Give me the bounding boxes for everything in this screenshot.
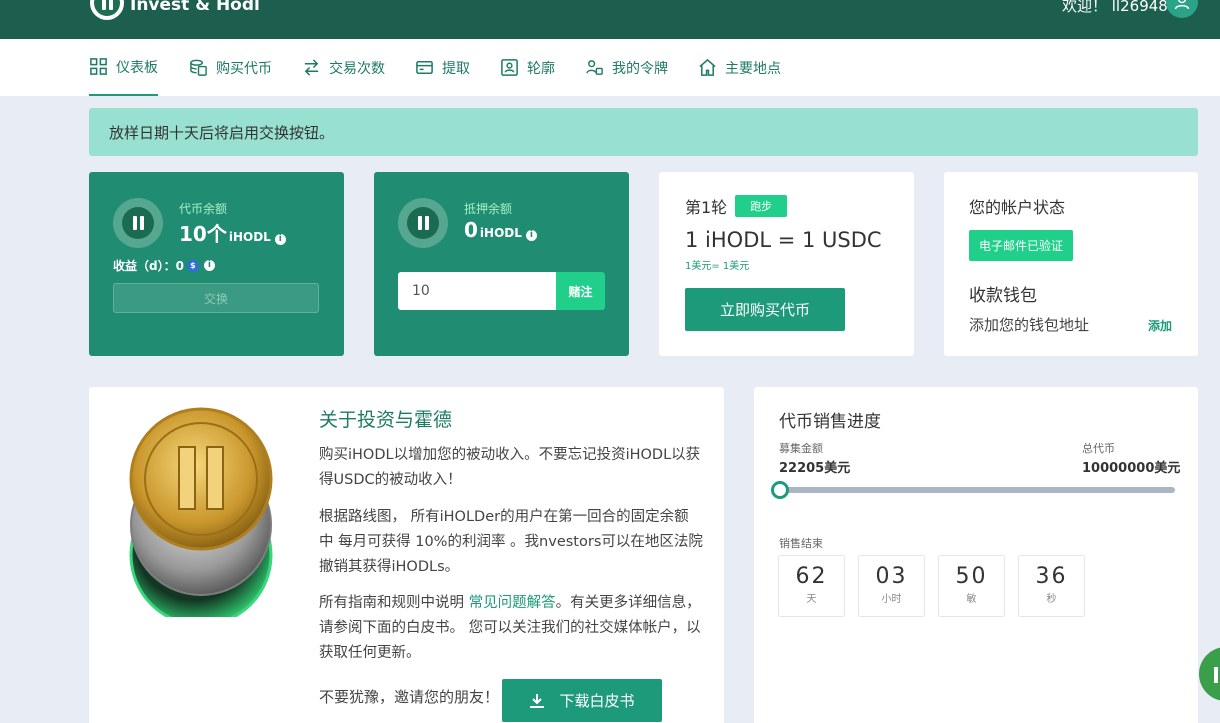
profile-icon bbox=[501, 59, 518, 76]
about-paragraph-3: 所有指南和规则中说明 常见问题解答。有关更多详细信息，请参阅下面的白皮书。 您可… bbox=[319, 591, 704, 666]
token-balance-value: 10个 iHODL i bbox=[179, 218, 286, 247]
stake-balance-unit: iHODL bbox=[479, 226, 522, 240]
main-nav: 仪表板 购买代币 交易次数 提取 轮廓 我的令牌 主要地点 bbox=[0, 39, 1220, 96]
info-icon[interactable]: i bbox=[203, 260, 215, 271]
status-badge: 跑步 bbox=[735, 195, 788, 217]
user-menu-button[interactable] bbox=[1166, 0, 1198, 18]
nav-item-withdraw[interactable]: 提取 bbox=[415, 39, 470, 96]
round-card: 第1轮 跑步 1 iHODL = 1 USDC 1美元= 1美元 立即购买代币 bbox=[659, 172, 914, 356]
stake-balance-label: 抵押余额 bbox=[464, 202, 513, 216]
stake-amount-input[interactable] bbox=[398, 272, 556, 310]
nav-label: 我的令牌 bbox=[612, 60, 668, 77]
dashboard-grid-icon bbox=[90, 58, 107, 75]
countdown-seconds: 36 秒 bbox=[1018, 555, 1085, 617]
chat-button[interactable] bbox=[1199, 647, 1220, 701]
usdc-coin-icon: $ bbox=[186, 259, 199, 272]
token-balance-card: 代币余额 10个 iHODL i 收益（d）：0 $ i 交换 bbox=[89, 172, 344, 356]
wallet-text: 添加您的钱包地址 bbox=[969, 316, 1090, 334]
wallet-card-icon bbox=[416, 61, 433, 74]
nav-label: 购买代币 bbox=[216, 60, 272, 77]
stake-button[interactable]: 赌注 bbox=[556, 272, 605, 310]
token-balance-amount: 10个 bbox=[179, 222, 227, 246]
nav-item-buy-tokens[interactable]: 购买代币 bbox=[189, 39, 272, 96]
info-icon[interactable]: i bbox=[274, 234, 286, 245]
sale-progress-card: 代币销售进度 募集金额 22205美元 总代币 10000000美元 销售结束 … bbox=[754, 387, 1198, 723]
faq-link[interactable]: 常见问题解答 bbox=[469, 595, 556, 611]
nav-item-profile[interactable]: 轮廓 bbox=[500, 39, 555, 96]
countdown-days: 62 天 bbox=[778, 555, 845, 617]
email-verified-badge: 电子邮件已验证 bbox=[969, 230, 1074, 261]
token-balance-unit: iHODL bbox=[228, 230, 271, 244]
ihodl-coin-icon bbox=[113, 198, 163, 248]
exchange-rate-sub: 1美元= 1美元 bbox=[685, 261, 750, 272]
raised-value: 22205美元 bbox=[779, 461, 851, 476]
stake-balance-amount: 0 bbox=[464, 218, 478, 242]
total-value: 10000000美元 bbox=[1082, 461, 1181, 476]
info-alert: 放样日期十天后将启用交换按钮。 bbox=[89, 108, 1198, 156]
swap-arrows-icon bbox=[304, 59, 319, 76]
invite-text: 不要犹豫，邀请您的朋友！ bbox=[319, 688, 500, 706]
brand-name[interactable]: Invest & Hodl bbox=[130, 0, 260, 15]
home-icon bbox=[699, 58, 716, 76]
wallet-title: 收款钱包 bbox=[969, 286, 1037, 306]
brand-logo-icon[interactable] bbox=[90, 0, 124, 20]
buy-tokens-button[interactable]: 立即购买代币 bbox=[685, 288, 845, 331]
nav-item-home[interactable]: 主要地点 bbox=[698, 39, 781, 96]
account-status-card: 您的帐户状态 电子邮件已验证 收款钱包 添加您的钱包地址 添加 bbox=[944, 172, 1198, 356]
round-header: 第1轮 跑步 bbox=[685, 194, 788, 218]
nav-item-dashboard[interactable]: 仪表板 bbox=[89, 39, 158, 96]
countdown-unit: 敏 bbox=[966, 594, 977, 605]
countdown-minutes: 50 敏 bbox=[938, 555, 1005, 617]
countdown-unit: 秒 bbox=[1046, 594, 1057, 605]
account-status-title: 您的帐户状态 bbox=[969, 198, 1066, 217]
download-whitepaper-button[interactable]: 下载白皮书 bbox=[502, 679, 662, 722]
sale-end-label: 销售结束 bbox=[779, 537, 823, 550]
exchange-rate: 1 iHODL = 1 USDC bbox=[685, 228, 882, 252]
raised-label: 募集金额 bbox=[779, 442, 823, 455]
countdown-unit: 小时 bbox=[881, 594, 902, 605]
add-wallet-link[interactable]: 添加 bbox=[1148, 317, 1172, 334]
coins-icon bbox=[190, 59, 207, 76]
round-title: 第1轮 bbox=[685, 198, 728, 217]
about-paragraph-1: 购买iHODL以增加您的被动收入。不要忘记投资iHODL以获得USDC的被动收入… bbox=[319, 447, 701, 488]
earnings-text: 收益（d）：0 bbox=[113, 259, 184, 273]
chat-icon bbox=[1214, 667, 1218, 683]
top-bar: Invest & Hodl 欢迎！ ll26948 bbox=[0, 0, 1220, 39]
about-card: 关于投资与霍德 购买iHODL以增加您的被动收入。不要忘记投资iHODL以获得U… bbox=[89, 387, 724, 723]
countdown-value: 50 bbox=[955, 564, 988, 589]
ihodl-coin-icon bbox=[398, 198, 448, 248]
countdown-hours: 03 小时 bbox=[858, 555, 925, 617]
nav-item-transactions[interactable]: 交易次数 bbox=[302, 39, 385, 96]
download-icon bbox=[530, 693, 545, 708]
sale-progress-track bbox=[779, 487, 1175, 493]
countdown-value: 03 bbox=[875, 564, 908, 589]
ihodl-coins-illustration-icon bbox=[129, 407, 273, 617]
p3-text-before: 所有指南和规则中说明 bbox=[319, 595, 469, 611]
nav-label: 仪表板 bbox=[116, 59, 158, 76]
about-title: 关于投资与霍德 bbox=[319, 409, 453, 431]
countdown-unit: 天 bbox=[806, 594, 817, 605]
swap-button[interactable]: 交换 bbox=[113, 283, 319, 313]
countdown-value: 36 bbox=[1035, 564, 1068, 589]
users-token-icon bbox=[586, 60, 603, 75]
sale-progress-knob bbox=[771, 481, 789, 499]
total-label: 总代币 bbox=[1082, 442, 1115, 455]
earnings: 收益（d）：0 $ i bbox=[113, 257, 215, 274]
stake-balance-value: 0 iHODL i bbox=[464, 218, 537, 242]
nav-label: 轮廓 bbox=[527, 60, 555, 77]
info-icon[interactable]: i bbox=[525, 230, 537, 241]
nav-label: 主要地点 bbox=[725, 60, 781, 77]
nav-item-my-tokens[interactable]: 我的令牌 bbox=[585, 39, 668, 96]
stake-balance-card: 抵押余额 0 iHODL i 赌注 bbox=[374, 172, 629, 356]
user-icon bbox=[1174, 0, 1190, 10]
about-paragraph-2: 根据路线图， 所有iHOLDer的用户在第一回合的固定余额 中 每月可获得 10… bbox=[319, 509, 703, 575]
nav-label: 交易次数 bbox=[329, 60, 385, 77]
token-balance-label: 代币余额 bbox=[179, 202, 228, 216]
countdown-value: 62 bbox=[795, 564, 828, 589]
welcome-text: 欢迎！ ll26948 bbox=[1062, 0, 1168, 15]
download-label: 下载白皮书 bbox=[559, 692, 635, 710]
nav-label: 提取 bbox=[442, 60, 470, 77]
sale-progress-title: 代币销售进度 bbox=[779, 412, 881, 432]
